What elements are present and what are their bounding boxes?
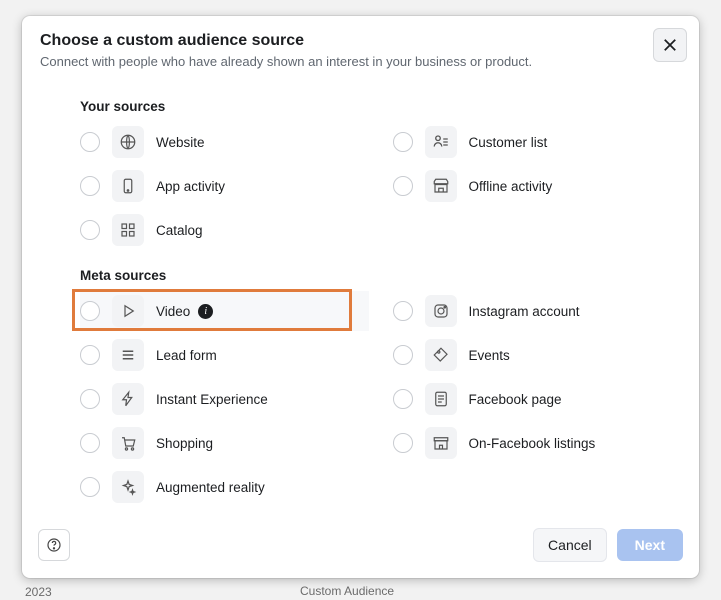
source-video[interactable]: Video i — [80, 291, 369, 331]
next-button[interactable]: Next — [617, 529, 683, 561]
source-instagram-account[interactable]: Instagram account — [393, 291, 682, 331]
radio-catalog[interactable] — [80, 220, 100, 240]
dialog-title: Choose a custom audience source — [40, 32, 681, 50]
section-your-sources: Your sources — [80, 99, 681, 114]
your-sources-grid: Website Customer list App activity — [80, 122, 681, 250]
radio-instagram-account[interactable] — [393, 301, 413, 321]
dialog-body: Your sources Website Customer list — [22, 79, 699, 515]
radio-shopping[interactable] — [80, 433, 100, 453]
page-icon — [425, 383, 457, 415]
play-icon — [112, 295, 144, 327]
form-icon — [112, 339, 144, 371]
background-year: 2023 — [25, 585, 52, 599]
help-icon — [46, 537, 62, 553]
cart-icon — [112, 427, 144, 459]
lightning-icon — [112, 383, 144, 415]
source-customer-list[interactable]: Customer list — [393, 122, 682, 162]
label-facebook-page: Facebook page — [469, 392, 562, 407]
label-catalog: Catalog — [156, 223, 203, 238]
instagram-icon — [425, 295, 457, 327]
label-website: Website — [156, 135, 205, 150]
radio-offline-activity[interactable] — [393, 176, 413, 196]
close-icon — [663, 38, 677, 52]
source-on-facebook-listings[interactable]: On-Facebook listings — [393, 423, 682, 463]
section-meta-sources: Meta sources — [80, 268, 681, 283]
source-shopping[interactable]: Shopping — [80, 423, 369, 463]
meta-sources-grid: Video i Instagram account Lead form — [80, 291, 681, 507]
ticket-icon — [425, 339, 457, 371]
close-button[interactable] — [653, 28, 687, 62]
radio-lead-form[interactable] — [80, 345, 100, 365]
grid-icon — [112, 214, 144, 246]
store-icon — [425, 170, 457, 202]
background-custom-audience: Custom Audience — [300, 584, 394, 598]
help-button[interactable] — [38, 529, 70, 561]
label-video: Video — [156, 304, 190, 319]
radio-on-facebook-listings[interactable] — [393, 433, 413, 453]
source-app-activity[interactable]: App activity — [80, 166, 369, 206]
source-events[interactable]: Events — [393, 335, 682, 375]
label-customer-list: Customer list — [469, 135, 548, 150]
label-shopping: Shopping — [156, 436, 213, 451]
dialog-header: Choose a custom audience source Connect … — [22, 16, 699, 79]
dialog-subtitle: Connect with people who have already sho… — [40, 54, 681, 69]
radio-video[interactable] — [80, 301, 100, 321]
label-instagram-account: Instagram account — [469, 304, 580, 319]
info-icon[interactable]: i — [198, 304, 213, 319]
source-augmented-reality[interactable]: Augmented reality — [80, 467, 369, 507]
source-catalog[interactable]: Catalog — [80, 210, 369, 250]
radio-facebook-page[interactable] — [393, 389, 413, 409]
dialog-footer: Cancel Next — [22, 515, 699, 578]
source-facebook-page[interactable]: Facebook page — [393, 379, 682, 419]
phone-icon — [112, 170, 144, 202]
source-lead-form[interactable]: Lead form — [80, 335, 369, 375]
label-lead-form: Lead form — [156, 348, 217, 363]
sparkle-icon — [112, 471, 144, 503]
radio-instant-experience[interactable] — [80, 389, 100, 409]
label-on-facebook-listings: On-Facebook listings — [469, 436, 596, 451]
label-app-activity: App activity — [156, 179, 225, 194]
radio-augmented-reality[interactable] — [80, 477, 100, 497]
radio-website[interactable] — [80, 132, 100, 152]
radio-customer-list[interactable] — [393, 132, 413, 152]
radio-app-activity[interactable] — [80, 176, 100, 196]
custom-audience-dialog: Choose a custom audience source Connect … — [22, 16, 699, 578]
customer-list-icon — [425, 126, 457, 158]
label-augmented-reality: Augmented reality — [156, 480, 265, 495]
source-instant-experience[interactable]: Instant Experience — [80, 379, 369, 419]
cancel-button[interactable]: Cancel — [533, 528, 607, 562]
radio-events[interactable] — [393, 345, 413, 365]
label-instant-experience: Instant Experience — [156, 392, 268, 407]
source-website[interactable]: Website — [80, 122, 369, 162]
storefront-icon — [425, 427, 457, 459]
label-offline-activity: Offline activity — [469, 179, 553, 194]
source-offline-activity[interactable]: Offline activity — [393, 166, 682, 206]
label-events: Events — [469, 348, 510, 363]
globe-icon — [112, 126, 144, 158]
